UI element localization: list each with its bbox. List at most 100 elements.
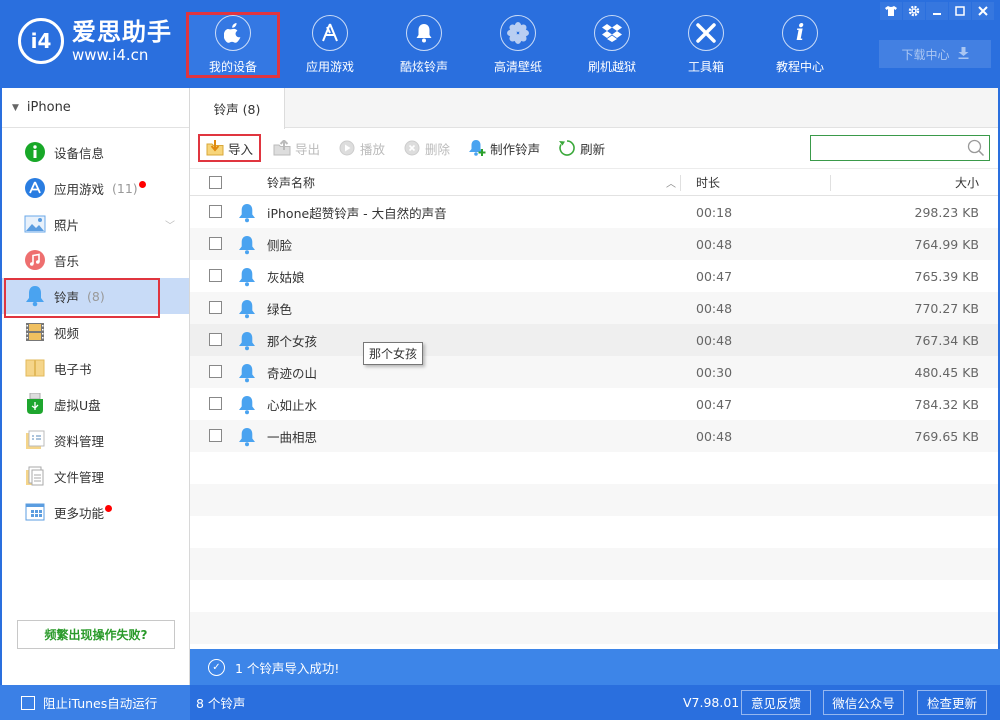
sidebar: ▼ iPhone 设备信息 应用游戏 (11) 照片 ﹀ 音乐 铃声 (8) 视… — [0, 88, 190, 688]
tab-bar: 铃声 (8) — [190, 88, 998, 129]
bell-icon — [238, 235, 256, 258]
check-update-button[interactable]: 检查更新 — [917, 690, 987, 715]
feedback-button[interactable]: 意见反馈 — [741, 690, 811, 715]
search-box[interactable] — [810, 135, 990, 161]
top-bar: i4 爱思助手 www.i4.cn 我的设备 应用游戏 酷炫铃声 高清壁纸 刷机… — [0, 0, 1000, 88]
row-checkbox[interactable] — [209, 397, 222, 410]
row-checkbox[interactable] — [209, 269, 222, 282]
row-checkbox[interactable] — [209, 429, 222, 442]
nav-my-device[interactable]: 我的设备 — [186, 12, 280, 78]
row-checkbox[interactable] — [209, 333, 222, 346]
row-checkbox[interactable] — [209, 365, 222, 378]
download-center-button[interactable]: 下载中心 — [879, 40, 991, 68]
make-ringtone-button[interactable]: 制作铃声 — [462, 134, 546, 162]
tooltip: 那个女孩 — [363, 342, 424, 365]
sidebar-item-apps[interactable]: 应用游戏 (11) — [2, 170, 189, 206]
sidebar-item-virtual-udisk[interactable]: 虚拟U盘 — [2, 386, 189, 422]
sidebar-item-label: 文件管理 — [54, 469, 105, 485]
sort-ascending-icon[interactable]: ︿ — [666, 175, 676, 190]
header-name[interactable]: 铃声名称 — [267, 174, 315, 191]
nav-ringtones[interactable]: 酷炫铃声 — [377, 12, 471, 78]
gear-icon[interactable] — [903, 2, 925, 20]
sidebar-item-label: 铃声 — [54, 289, 80, 305]
table-row[interactable]: 那个女孩 00:48 767.34 KB — [190, 324, 998, 356]
chevron-down-icon[interactable]: ﹀ — [165, 217, 175, 232]
search-icon[interactable] — [967, 139, 985, 160]
bell-icon — [238, 203, 256, 226]
export-label: 导出 — [295, 141, 321, 157]
column-divider[interactable] — [680, 175, 681, 191]
minimize-icon[interactable] — [926, 2, 948, 20]
sidebar-item-ebooks[interactable]: 电子书 — [2, 350, 189, 386]
play-label: 播放 — [360, 141, 386, 157]
sidebar-item-label: 更多功能 — [54, 505, 105, 521]
app-store-icon — [312, 15, 348, 51]
row-checkbox[interactable] — [209, 205, 222, 218]
nav-label: 刷机越狱 — [587, 60, 636, 74]
device-header[interactable]: ▼ iPhone — [2, 88, 189, 128]
header-duration[interactable]: 时长 — [696, 174, 720, 191]
grid-icon — [24, 501, 46, 523]
nav-flash-jailbreak[interactable]: 刷机越狱 — [565, 12, 659, 78]
ringtone-size: 769.65 KB — [914, 428, 979, 444]
nav-apps-games[interactable]: 应用游戏 — [283, 12, 377, 78]
header-size[interactable]: 大小 — [955, 174, 979, 191]
table-row[interactable]: 灰姑娘 00:47 765.39 KB — [190, 260, 998, 292]
export-button[interactable]: 导出 — [267, 134, 326, 162]
logo-badge: i4 — [18, 18, 64, 64]
sidebar-item-ringtones[interactable]: 铃声 (8) — [2, 278, 189, 318]
sidebar-item-photos[interactable]: 照片 ﹀ — [2, 206, 189, 242]
close-icon[interactable] — [972, 2, 994, 20]
import-icon — [206, 139, 224, 157]
ringtone-duration: 00:48 — [696, 300, 733, 316]
device-name: iPhone — [26, 100, 71, 115]
block-itunes-toggle[interactable]: 阻止iTunes自动运行 — [0, 685, 190, 720]
maximize-icon[interactable] — [949, 2, 971, 20]
ringtone-size: 767.34 KB — [914, 332, 979, 348]
sidebar-item-data-management[interactable]: 资料管理 — [2, 422, 189, 458]
column-divider[interactable] — [830, 175, 831, 191]
select-all-checkbox[interactable] — [209, 175, 222, 189]
import-button[interactable]: 导入 — [198, 134, 262, 162]
block-itunes-label: 阻止iTunes自动运行 — [43, 696, 158, 711]
tab-ringtones[interactable]: 铃声 (8) — [190, 88, 285, 129]
table-row[interactable]: 绿色 00:48 770.27 KB — [190, 292, 998, 324]
row-checkbox[interactable] — [209, 301, 222, 314]
play-button[interactable]: 播放 — [332, 134, 391, 162]
frequent-failure-button[interactable]: 频繁出现操作失败? — [17, 620, 175, 649]
contacts-icon — [24, 429, 46, 451]
block-itunes-checkbox[interactable] — [21, 695, 35, 710]
flower-icon — [500, 15, 536, 51]
sidebar-item-video[interactable]: 视频 — [2, 314, 189, 350]
sidebar-item-more-features[interactable]: 更多功能 — [2, 494, 189, 530]
delete-button[interactable]: 删除 — [397, 134, 456, 162]
play-icon — [338, 139, 356, 157]
nav-tutorials[interactable]: i 教程中心 — [753, 12, 847, 78]
sidebar-item-label: 设备信息 — [54, 145, 105, 161]
nav-wallpapers[interactable]: 高清壁纸 — [471, 12, 565, 78]
table-row[interactable]: 一曲相思 00:48 769.65 KB — [190, 420, 998, 452]
ringtone-size: 784.32 KB — [914, 396, 979, 412]
sidebar-item-music[interactable]: 音乐 — [2, 242, 189, 278]
ringtone-name: iPhone超赞铃声 - 大自然的声音 — [267, 205, 447, 221]
table-row[interactable]: iPhone超赞铃声 - 大自然的声音 00:18 298.23 KB — [190, 196, 998, 228]
refresh-button[interactable]: 刷新 — [552, 134, 611, 162]
nav-toolbox[interactable]: 工具箱 — [659, 12, 753, 78]
wechat-button[interactable]: 微信公众号 — [823, 690, 904, 715]
sidebar-item-file-management[interactable]: 文件管理 — [2, 458, 189, 494]
ringtone-size: 765.39 KB — [914, 268, 979, 284]
ringtone-duration: 00:18 — [696, 204, 733, 220]
sidebar-item-device-info[interactable]: 设备信息 — [2, 134, 189, 170]
shirt-icon[interactable] — [880, 2, 902, 20]
ringtone-name: 那个女孩 — [267, 333, 318, 349]
nav-label: 高清壁纸 — [493, 60, 542, 74]
sidebar-item-label: 视频 — [54, 325, 80, 341]
search-input[interactable] — [815, 137, 965, 159]
table-row[interactable]: 奇迹の山 00:30 480.45 KB — [190, 356, 998, 388]
table-header: 铃声名称 ︿ 时长 大小 — [190, 168, 998, 196]
table-row[interactable]: 侧脸 00:48 764.99 KB — [190, 228, 998, 260]
row-checkbox[interactable] — [209, 237, 222, 250]
table-row[interactable]: 心如止水 00:47 784.32 KB — [190, 388, 998, 420]
export-icon — [273, 139, 291, 157]
info-icon: i — [782, 15, 818, 51]
